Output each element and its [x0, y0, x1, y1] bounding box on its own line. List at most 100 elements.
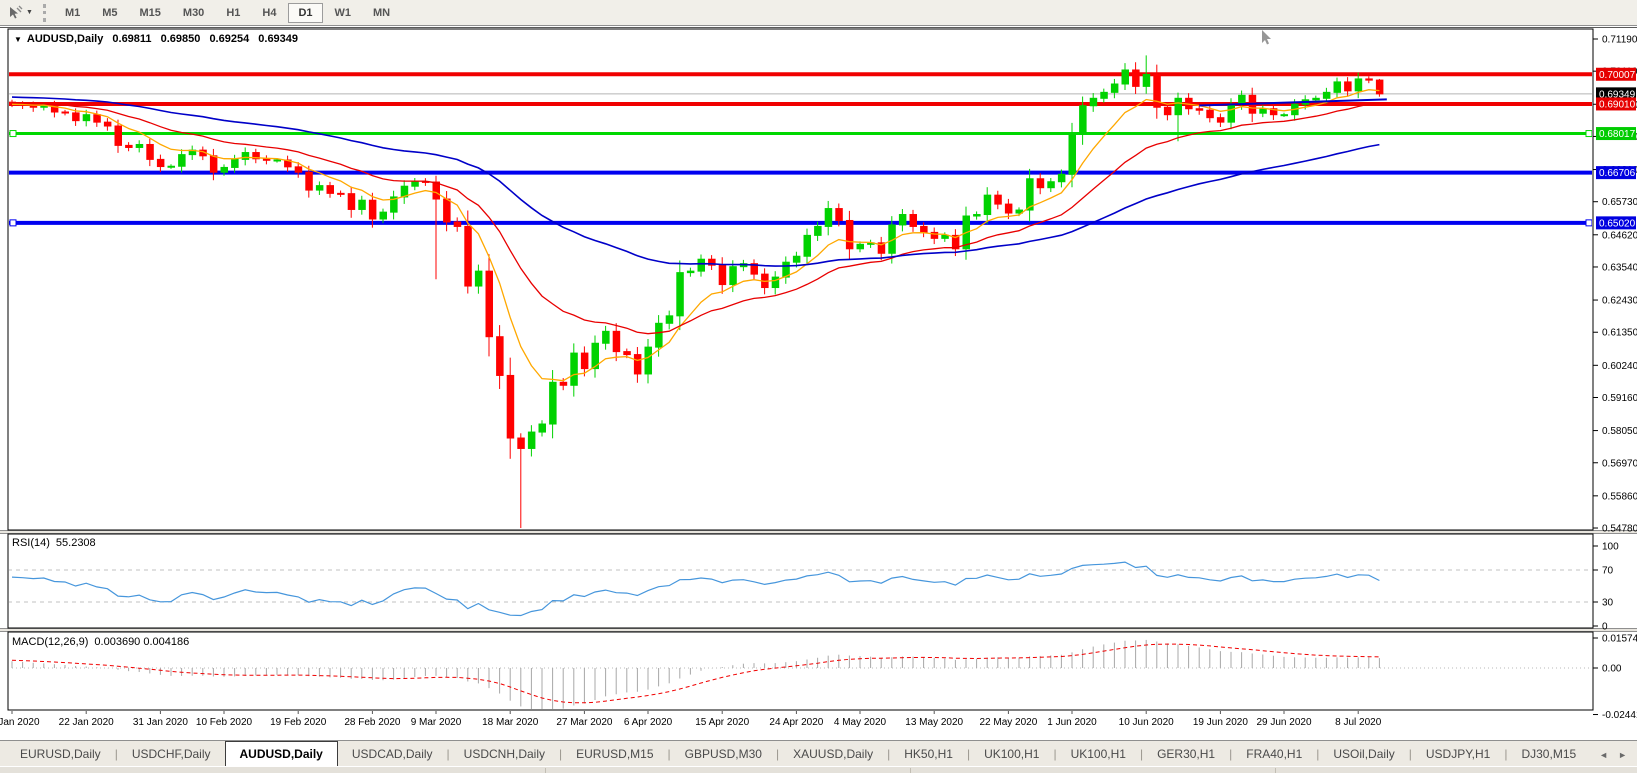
svg-text:13 May 2020: 13 May 2020	[905, 717, 963, 728]
svg-text:100: 100	[1602, 542, 1619, 553]
chart-tab-xauusd-daily[interactable]: XAUUSD,Daily	[779, 743, 887, 766]
svg-text:18 Mar 2020: 18 Mar 2020	[482, 717, 539, 728]
macd-value: 0.003690 0.004186	[94, 636, 189, 648]
svg-text:0.54780: 0.54780	[1602, 524, 1637, 535]
timeframe-button-m30[interactable]: M30	[173, 3, 214, 23]
rsi-value: 55.2308	[56, 537, 96, 549]
svg-text:0.015741: 0.015741	[1602, 633, 1637, 644]
svg-text:10 Jun 2020: 10 Jun 2020	[1119, 717, 1174, 728]
chart-tab-uk100-h1[interactable]: UK100,H1	[1057, 743, 1140, 766]
chart-tab-hk50-h1[interactable]: HK50,H1	[890, 743, 967, 766]
timeframe-button-d1[interactable]: D1	[288, 3, 322, 23]
line-handle	[1586, 131, 1592, 137]
svg-text:19 Feb 2020: 19 Feb 2020	[270, 717, 327, 728]
svg-text:28 Feb 2020: 28 Feb 2020	[344, 717, 401, 728]
timeframe-toolbar: ▼ M1M5M15M30H1H4D1W1MN	[0, 0, 1637, 26]
price-badge-0.70007: 0.70007	[1596, 68, 1636, 81]
chart-tab-fra40-h1[interactable]: FRA40,H1	[1232, 743, 1316, 766]
svg-text:8 Jul 2020: 8 Jul 2020	[1335, 717, 1382, 728]
symbol-name: AUDUSD,Daily	[27, 33, 103, 45]
svg-text:0.55860: 0.55860	[1602, 491, 1637, 502]
chart-tab-usdcnh-daily[interactable]: USDCNH,Daily	[450, 743, 559, 766]
chart-tab-usoil-daily[interactable]: USOil,Daily	[1319, 743, 1408, 766]
chart-canvas[interactable]: 0.711900.701100.690000.679200.668100.657…	[0, 26, 1637, 740]
timeframe-buttons: M1M5M15M30H1H4D1W1MN	[54, 3, 401, 23]
chart-tab-audusd-daily[interactable]: AUDUSD,Daily	[225, 741, 338, 766]
svg-text:0.59160: 0.59160	[1602, 393, 1637, 404]
chart-tab-dj30-m15[interactable]: DJ30,M15	[1507, 743, 1590, 766]
svg-text:-0.02441: -0.02441	[1602, 710, 1637, 721]
chart-tab-uk100-h1[interactable]: UK100,H1	[970, 743, 1053, 766]
line-handle	[10, 220, 16, 226]
svg-text:0.71190: 0.71190	[1602, 35, 1637, 46]
chart-tab-eurusd-m15[interactable]: EURUSD,M15	[562, 743, 667, 766]
tabs-scroll-right-icon[interactable]: ►	[1618, 750, 1627, 760]
svg-text:10 Feb 2020: 10 Feb 2020	[196, 717, 253, 728]
ohlc-high: 0.69850	[161, 33, 201, 45]
chart-tab-usdchf-daily[interactable]: USDCHF,Daily	[118, 743, 225, 766]
price-badge-0.65020: 0.65020	[1596, 216, 1636, 229]
status-strip	[0, 766, 1637, 773]
macd-label: MACD(12,26,9)0.003690 0.004186	[12, 636, 189, 648]
timeframe-button-h1[interactable]: H1	[216, 3, 250, 23]
svg-text:22 May 2020: 22 May 2020	[979, 717, 1037, 728]
chart-tab-usdcad-daily[interactable]: USDCAD,Daily	[338, 743, 447, 766]
chart-tabs: EURUSD,Daily|USDCHF,DailyAUDUSD,DailyUSD…	[0, 740, 1637, 766]
svg-text:19 Jun 2020: 19 Jun 2020	[1193, 717, 1248, 728]
timeframe-button-h4[interactable]: H4	[252, 3, 286, 23]
symbol-caret-icon[interactable]: ▼	[14, 35, 22, 44]
ohlc-close: 0.69349	[258, 33, 298, 45]
svg-text:27 Mar 2020: 27 Mar 2020	[556, 717, 613, 728]
timeframe-button-m5[interactable]: M5	[92, 3, 127, 23]
svg-text:31 Jan 2020: 31 Jan 2020	[133, 717, 188, 728]
chart-tab-gbpusd-m30[interactable]: GBPUSD,M30	[671, 743, 776, 766]
svg-text:0.58050: 0.58050	[1602, 426, 1637, 437]
svg-text:0.60240: 0.60240	[1602, 361, 1637, 372]
line-handle	[10, 131, 16, 137]
svg-text:0.70007: 0.70007	[1599, 70, 1636, 81]
price-badge-0.66706: 0.66706	[1596, 166, 1636, 179]
svg-text:15 Apr 2020: 15 Apr 2020	[695, 717, 749, 728]
svg-text:29 Jun 2020: 29 Jun 2020	[1256, 717, 1311, 728]
price-badge-0.69010: 0.69010	[1596, 97, 1636, 110]
svg-text:0.65730: 0.65730	[1602, 197, 1637, 208]
svg-text:0.65020: 0.65020	[1599, 218, 1636, 229]
toolbar-drag-handle[interactable]	[43, 4, 46, 22]
mt4-window: ▼ M1M5M15M30H1H4D1W1MN 0.711900.701100.6…	[0, 0, 1637, 773]
timeframe-button-mn[interactable]: MN	[363, 3, 400, 23]
svg-text:9 Mar 2020: 9 Mar 2020	[411, 717, 462, 728]
svg-text:0.68017: 0.68017	[1599, 129, 1636, 140]
chart-tab-ger30-h1[interactable]: GER30,H1	[1143, 743, 1229, 766]
svg-text:0.69010: 0.69010	[1599, 99, 1636, 110]
svg-text:22 Jan 2020: 22 Jan 2020	[59, 717, 114, 728]
chart-tab-usdjpy-h1[interactable]: USDJPY,H1	[1412, 743, 1504, 766]
cursor-tool-glyph	[7, 5, 23, 21]
svg-text:70: 70	[1602, 566, 1614, 577]
chart-title: ▼ AUDUSD,Daily 0.69811 0.69850 0.69254 0.…	[14, 33, 304, 45]
timeframe-button-m15[interactable]: M15	[130, 3, 171, 23]
svg-text:0.00: 0.00	[1602, 664, 1622, 675]
svg-text:6 Apr 2020: 6 Apr 2020	[624, 717, 673, 728]
svg-text:4 May 2020: 4 May 2020	[834, 717, 887, 728]
ohlc-open: 0.69811	[112, 33, 151, 45]
svg-text:0: 0	[1602, 622, 1608, 633]
svg-text:0.63540: 0.63540	[1602, 262, 1637, 273]
timeframe-button-m1[interactable]: M1	[55, 3, 90, 23]
tabs-scroll-left-icon[interactable]: ◄	[1599, 750, 1608, 760]
svg-text:24 Apr 2020: 24 Apr 2020	[769, 717, 823, 728]
ohlc-low: 0.69254	[209, 33, 249, 45]
svg-text:0.62430: 0.62430	[1602, 296, 1637, 307]
dropdown-caret-icon[interactable]: ▼	[26, 9, 33, 16]
price-badge-0.68017: 0.68017	[1596, 127, 1636, 140]
line-handle	[1586, 220, 1592, 226]
cursor-tool-icon[interactable]	[4, 3, 26, 23]
svg-text:0.66706: 0.66706	[1599, 168, 1636, 179]
timeframe-button-w1[interactable]: W1	[325, 3, 362, 23]
svg-text:30: 30	[1602, 598, 1614, 609]
svg-text:0.56970: 0.56970	[1602, 458, 1637, 469]
svg-text:0.61350: 0.61350	[1602, 328, 1637, 339]
chart-tab-eurusd-daily[interactable]: EURUSD,Daily	[6, 743, 115, 766]
svg-text:13 Jan 2020: 13 Jan 2020	[0, 717, 40, 728]
svg-text:0.64620: 0.64620	[1602, 230, 1637, 241]
svg-text:1 Jun 2020: 1 Jun 2020	[1047, 717, 1097, 728]
